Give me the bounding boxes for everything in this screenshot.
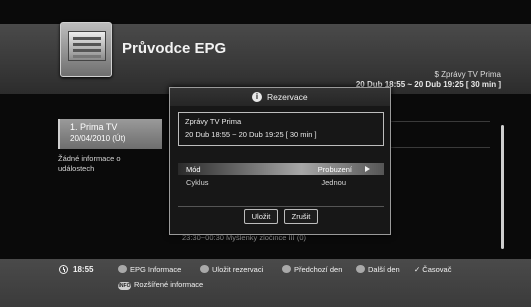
checkmark-icon: ✓: [414, 265, 421, 274]
reservation-dialog: i Rezervace Zprávy TV Prima 20 Dub 18:55…: [169, 87, 391, 235]
page-title: Průvodce EPG: [122, 40, 227, 57]
epg-logo-icon: [60, 22, 112, 77]
cycle-option[interactable]: Cyklus Jednou: [178, 176, 384, 188]
dialog-title: Rezervace: [267, 92, 308, 102]
clock-time: 18:55: [73, 265, 94, 274]
option-label: Cyklus: [186, 178, 209, 187]
epg-screen: Průvodce EPG $ Zprávy TV Prima 20 Dub 18…: [0, 0, 531, 307]
legend-next-day[interactable]: Další den: [356, 265, 400, 274]
event-channel: Zprávy TV Prima: [185, 117, 242, 126]
dialog-divider: [178, 206, 384, 207]
scrollbar[interactable]: [501, 125, 504, 249]
info-button-icon: INFO: [118, 282, 131, 290]
legend-save-reservation[interactable]: Uložit rezervaci: [200, 265, 263, 274]
color-button-icon: [282, 265, 291, 273]
no-event-info: Žádné informace o událostech: [58, 154, 121, 173]
legend-previous-day[interactable]: Předchozí den: [282, 265, 342, 274]
info-icon: i: [252, 92, 262, 102]
channel-item-selected[interactable]: 1. Prima TV 20/04/2010 (Út): [58, 119, 162, 149]
option-label: Mód: [186, 165, 201, 174]
event-time: 20 Dub 18:55 ~ 20 Dub 19:25 [ 30 min ]: [185, 130, 317, 139]
save-button[interactable]: Uložit: [244, 209, 278, 224]
dialog-title-bar: i Rezervace: [170, 88, 390, 106]
legend-epg-info[interactable]: EPG Informace: [118, 265, 181, 274]
option-value: Jednou: [321, 178, 346, 187]
cancel-button[interactable]: Zrušit: [284, 209, 318, 224]
color-button-icon: [200, 265, 209, 273]
event-info-box: Zprávy TV Prima 20 Dub 18:55 ~ 20 Dub 19…: [178, 112, 384, 146]
legend-extended-info[interactable]: INFO Rozšířené informace: [118, 280, 203, 290]
arrow-right-icon[interactable]: [365, 166, 370, 172]
color-button-icon: [118, 265, 127, 273]
mode-option[interactable]: Mód Probuzení: [178, 163, 384, 175]
clock-icon: [59, 265, 68, 274]
channel-name: 1. Prima TV: [70, 122, 118, 132]
option-value: Probuzení: [317, 165, 352, 174]
legend-timer[interactable]: ✓ Časovač: [414, 265, 451, 274]
current-channel: $ Zprávy TV Prima: [434, 70, 501, 79]
footer-bar: 18:55 EPG Informace Uložit rezervaci Pře…: [0, 259, 531, 307]
channel-date: 20/04/2010 (Út): [70, 134, 126, 143]
color-button-icon: [356, 265, 365, 273]
